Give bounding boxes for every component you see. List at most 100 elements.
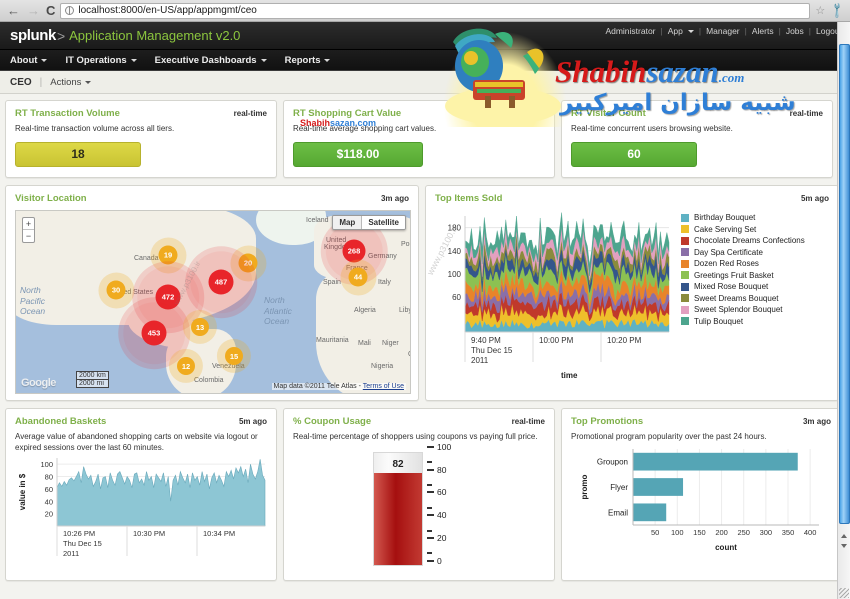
bar[interactable] (633, 503, 667, 521)
map-ocean-label: North Atlantic Ocean (264, 295, 292, 327)
gauge-tick-label: 100 (437, 441, 452, 452)
scroll-up-arrow-icon[interactable] (841, 534, 847, 538)
map-type-satellite[interactable]: Satellite (361, 216, 405, 229)
wrench-icon[interactable]: 🔧 (828, 1, 847, 20)
reload-icon[interactable]: C (46, 3, 55, 18)
gauge-tick-label: 0 (437, 555, 442, 566)
map-marker[interactable]: 12 (177, 357, 195, 375)
map-label: Mauritania (316, 337, 349, 344)
account-link-administrator[interactable]: Administrator (605, 26, 655, 36)
map-label: Algeria (354, 307, 376, 314)
nav-separator: | (698, 26, 702, 36)
gauge-tick-major: 0 (427, 556, 442, 566)
nav-item-executive-dashboards[interactable]: Executive Dashboards (155, 55, 267, 66)
single-value-tile[interactable]: 60 (571, 141, 697, 167)
x-axis-label: count (715, 543, 737, 552)
account-link-manager[interactable]: Manager (706, 26, 740, 36)
gauge-tick-minor (427, 529, 432, 532)
nav-item-about[interactable]: About (10, 55, 48, 66)
bar[interactable] (633, 477, 684, 496)
legend-label: Day Spa Certificate (694, 247, 763, 257)
terms-of-use-link[interactable]: Terms of Use (363, 383, 404, 390)
map-ocean-label: North Pacific Ocean (20, 285, 46, 317)
splunk-logo[interactable]: splunk (10, 27, 56, 44)
legend-item[interactable]: Birthday Bouquet (681, 213, 805, 222)
chevron-down-icon (324, 58, 331, 62)
x-axis-tick-sub: Thu Dec 15 (471, 346, 513, 355)
panel-header: RT Transaction Volume real-time (15, 108, 267, 119)
map-marker[interactable]: 19 (158, 245, 178, 265)
nav-item-reports[interactable]: Reports (285, 55, 331, 66)
gauge-container: 82 0 20 40 60 80 100 (293, 442, 545, 567)
map-type-map[interactable]: Map (333, 216, 362, 229)
x-axis-tick: 250 (737, 528, 750, 537)
y-axis-tick: 140 (448, 247, 462, 256)
back-arrow-icon[interactable]: ← (6, 4, 21, 17)
account-link-alerts[interactable]: Alerts (752, 26, 774, 36)
legend-swatch (681, 282, 689, 291)
map-zoom-controls[interactable]: + − (22, 217, 35, 243)
scrollbar-thumb[interactable] (839, 44, 850, 524)
legend-swatch (681, 317, 689, 325)
legend-label: Birthday Bouquet (694, 213, 756, 222)
window-resize-grip[interactable] (839, 588, 849, 598)
map-marker[interactable]: 44 (348, 267, 368, 287)
map-marker[interactable]: 453 (141, 320, 167, 346)
legend-swatch (681, 225, 689, 233)
panel-timestamp: 5m ago (800, 194, 829, 203)
account-link-app[interactable]: App (668, 26, 683, 36)
nav-separator: | (744, 26, 747, 36)
bar[interactable] (633, 452, 798, 471)
nav-separator: | (778, 26, 781, 36)
url-text: localhost:8000/en-US/app/appmgmt/ceo (78, 5, 257, 16)
coupon-gauge[interactable]: 82 0 20 40 60 80 100 (359, 442, 479, 567)
map-label: Mali (358, 340, 371, 347)
breadcrumb-divider: | (39, 76, 43, 88)
map-marker[interactable]: 15 (225, 347, 243, 365)
legend-item[interactable]: Greetings Fruit Basket (681, 271, 805, 280)
legend-item[interactable]: Day Spa Certificate (681, 248, 805, 257)
legend-item[interactable]: Sweet Dreams Bouquet (681, 294, 805, 303)
bookmark-star-icon[interactable]: ☆ (815, 4, 825, 17)
bar-chart-top-promotions[interactable]: 50 100 150 200 250 300 350 400 Groupon Flyer Email… (571, 443, 833, 555)
map-marker-value: 44 (353, 272, 363, 282)
gauge-tick-line (427, 468, 434, 471)
legend-item[interactable]: Chocolate Dreams Confections (681, 236, 805, 245)
forward-arrow-icon[interactable]: → (26, 4, 41, 17)
single-value-tile[interactable]: $118.00 (293, 141, 423, 167)
actions-menu[interactable]: Actions (50, 77, 92, 88)
stacked-area-chart[interactable]: 60 100 140 180 9:40 PM 10:00 PM 10:20 PM Thu De… (435, 210, 673, 378)
address-bar[interactable]: localhost:8000/en-US/app/appmgmt/ceo (60, 2, 811, 19)
map-canvas[interactable]: CanadaUnited StatesIcelandSwedenUnitedKi… (15, 210, 411, 394)
map-marker-value: 15 (229, 351, 239, 361)
map-marker-value: 472 (161, 292, 175, 302)
area-chart-abandoned-baskets[interactable]: 20 40 60 80 100 10:26 PM 10:30 PM 10:34 PM Thu D… (15, 454, 269, 561)
panel-description: Promotional program popularity over the … (571, 432, 767, 441)
panel-header: Visitor Location 3m ago (15, 193, 409, 204)
legend-item[interactable]: Cake Serving Set (681, 225, 805, 234)
gauge-fill (374, 472, 422, 565)
map-marker-value: 30 (111, 285, 121, 295)
map-marker-value: 12 (181, 361, 191, 371)
map-marker[interactable]: 13 (191, 318, 209, 336)
zoom-in-button[interactable]: + (23, 218, 34, 230)
map-attribution: Map data ©2011 Tele Atlas - Terms of Use (271, 383, 406, 390)
legend-item[interactable]: Sweet Splendor Bouquet (681, 305, 805, 314)
account-link-jobs[interactable]: Jobs (786, 26, 804, 36)
scroll-down-arrow-icon[interactable] (841, 544, 847, 548)
legend-item[interactable]: Dozen Red Roses (681, 259, 805, 268)
map-marker[interactable]: 30 (106, 280, 126, 300)
map-marker[interactable]: 487 (208, 269, 234, 295)
legend-item[interactable]: Tulip Bouquet (681, 317, 805, 326)
browser-toolbar: ← → C localhost:8000/en-US/app/appmgmt/c… (0, 0, 850, 22)
panel-title: RT Shopping Cart Value (293, 108, 402, 119)
single-value-tile[interactable]: 18 (15, 141, 141, 167)
account-nav: Administrator | App | Manager | Alerts |… (605, 26, 842, 36)
page-scrollbar[interactable] (837, 22, 850, 599)
zoom-out-button[interactable]: − (23, 230, 34, 242)
gauge-tick-major: 40 (427, 510, 446, 520)
panel-title: Top Items Sold (435, 193, 503, 204)
legend-item[interactable]: Mixed Rose Bouquet (681, 282, 805, 291)
nav-item-it-operations[interactable]: IT Operations (65, 55, 137, 66)
map-type-switch[interactable]: Map Satellite (332, 215, 406, 230)
